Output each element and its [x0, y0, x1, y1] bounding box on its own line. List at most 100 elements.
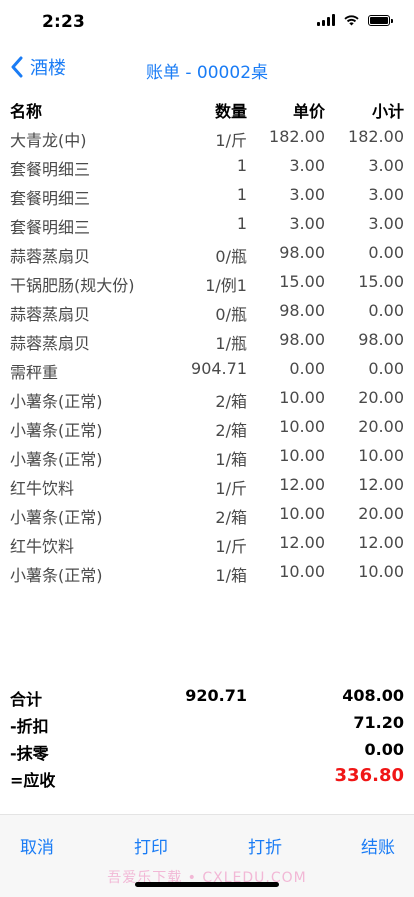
cancel-button[interactable]: 取消: [20, 833, 54, 858]
amount-due-row: =应收 336.80: [0, 765, 414, 792]
table-row: 需秤重 904.71 0.00 0.00: [0, 355, 414, 384]
battery-icon: [368, 14, 393, 26]
rounding-label: -抹零: [10, 744, 49, 763]
total-label: 合计: [10, 690, 43, 709]
item-subtotal: 0.00: [368, 301, 404, 320]
item-price: 10.00: [279, 417, 325, 436]
item-subtotal: 15.00: [358, 272, 404, 291]
item-price: 98.00: [279, 330, 325, 349]
item-price: 3.00: [289, 214, 325, 233]
total-qty: 920.71: [185, 686, 247, 705]
checkout-button[interactable]: 结账: [361, 833, 395, 858]
table-row: 蒜蓉蒸扇贝 1/瓶 98.00 98.00: [0, 326, 414, 355]
table-row: 蒜蓉蒸扇贝 0/瓶 98.00 0.00: [0, 239, 414, 268]
item-name: 需秤重: [10, 363, 59, 382]
item-price: 0.00: [289, 359, 325, 378]
item-price: 182.00: [269, 127, 325, 146]
table-row: 红牛饮料 1/斤 12.00 12.00: [0, 471, 414, 500]
table-row: 小薯条(正常) 1/箱 10.00 10.00: [0, 442, 414, 471]
item-qty: 0/瓶: [215, 305, 247, 324]
discount-button[interactable]: 打折: [248, 833, 282, 858]
item-subtotal: 0.00: [368, 243, 404, 262]
bill-table: 名称 数量 单价 小计 大青龙(中) 1/斤 182.00 182.00 套餐明细三 1 3…: [0, 94, 414, 587]
item-name: 红牛饮料: [10, 537, 75, 556]
item-price: 15.00: [279, 272, 325, 291]
wifi-icon: [344, 15, 359, 26]
item-qty: 2/箱: [215, 508, 247, 527]
item-subtotal: 98.00: [358, 330, 404, 349]
item-price: 98.00: [279, 301, 325, 320]
item-qty: 2/箱: [215, 392, 247, 411]
header-price: 单价: [292, 102, 325, 121]
total-value: 408.00: [342, 686, 404, 705]
status-time: 2:23: [42, 12, 86, 32]
discount-row: -折扣 71.20: [0, 711, 414, 738]
item-qty: 1/瓶: [215, 334, 247, 353]
table-row: 干锅肥肠(规大份) 1/例1 15.00 15.00: [0, 268, 414, 297]
item-qty: 1/例1: [205, 276, 247, 295]
item-qty: 1/箱: [215, 566, 247, 585]
item-name: 套餐明细三: [10, 218, 91, 237]
item-qty: 1: [236, 156, 247, 175]
item-price: 10.00: [279, 446, 325, 465]
table-row: 小薯条(正常) 1/箱 10.00 10.00: [0, 558, 414, 587]
item-subtotal: 3.00: [368, 185, 404, 204]
discount-value: 71.20: [353, 713, 404, 732]
totals-section: 合计 920.71 408.00 -折扣 71.20 -抹零 0.00 =应收 …: [0, 684, 414, 792]
item-name: 套餐明细三: [10, 160, 91, 179]
item-price: 10.00: [279, 388, 325, 407]
table-row: 大青龙(中) 1/斤 182.00 182.00: [0, 123, 414, 152]
home-indicator[interactable]: [135, 882, 279, 887]
table-header: 名称 数量 单价 小计: [0, 94, 414, 123]
item-name: 小薯条(正常): [10, 566, 103, 585]
amount-due-value: 336.80: [334, 765, 404, 786]
rounding-value: 0.00: [364, 740, 404, 759]
status-bar: 2:23: [0, 0, 414, 44]
item-qty: 1: [236, 185, 247, 204]
item-price: 10.00: [279, 562, 325, 581]
item-subtotal: 10.00: [358, 562, 404, 581]
amount-due-label: =应收: [10, 771, 56, 790]
item-name: 小薯条(正常): [10, 421, 103, 440]
item-name: 小薯条(正常): [10, 450, 103, 469]
cellular-signal-icon: [317, 14, 335, 26]
item-qty: 1/箱: [215, 450, 247, 469]
item-qty: 1: [236, 214, 247, 233]
item-name: 套餐明细三: [10, 189, 91, 208]
item-price: 12.00: [279, 475, 325, 494]
item-subtotal: 20.00: [358, 417, 404, 436]
rounding-row: -抹零 0.00: [0, 738, 414, 765]
item-subtotal: 3.00: [368, 214, 404, 233]
item-name: 蒜蓉蒸扇贝: [10, 305, 91, 324]
page-title: 账单 - 00002桌: [145, 63, 269, 83]
item-subtotal: 0.00: [368, 359, 404, 378]
item-name: 红牛饮料: [10, 479, 75, 498]
table-row: 套餐明细三 1 3.00 3.00: [0, 181, 414, 210]
item-subtotal: 12.00: [358, 533, 404, 552]
item-name: 蒜蓉蒸扇贝: [10, 247, 91, 266]
status-icons: [317, 14, 393, 26]
item-price: 12.00: [279, 533, 325, 552]
table-row: 小薯条(正常) 2/箱 10.00 20.00: [0, 500, 414, 529]
item-subtotal: 12.00: [358, 475, 404, 494]
item-name: 小薯条(正常): [10, 508, 103, 527]
item-subtotal: 182.00: [348, 127, 404, 146]
table-row: 套餐明细三 1 3.00 3.00: [0, 152, 414, 181]
header-name: 名称: [10, 102, 43, 121]
item-qty: 1/斤: [215, 479, 247, 498]
item-price: 3.00: [289, 185, 325, 204]
item-qty: 1/斤: [215, 537, 247, 556]
print-button[interactable]: 打印: [134, 833, 168, 858]
header-qty: 数量: [214, 102, 247, 121]
table-row: 红牛饮料 1/斤 12.00 12.00: [0, 529, 414, 558]
navigation-bar: 酒楼 账单 - 00002桌: [0, 44, 414, 92]
table-row: 蒜蓉蒸扇贝 0/瓶 98.00 0.00: [0, 297, 414, 326]
discount-label: -折扣: [10, 717, 49, 736]
item-subtotal: 20.00: [358, 388, 404, 407]
item-price: 98.00: [279, 243, 325, 262]
table-row: 小薯条(正常) 2/箱 10.00 20.00: [0, 384, 414, 413]
item-subtotal: 10.00: [358, 446, 404, 465]
item-qty: 0/瓶: [215, 247, 247, 266]
item-qty: 2/箱: [215, 421, 247, 440]
total-row: 合计 920.71 408.00: [0, 684, 414, 711]
